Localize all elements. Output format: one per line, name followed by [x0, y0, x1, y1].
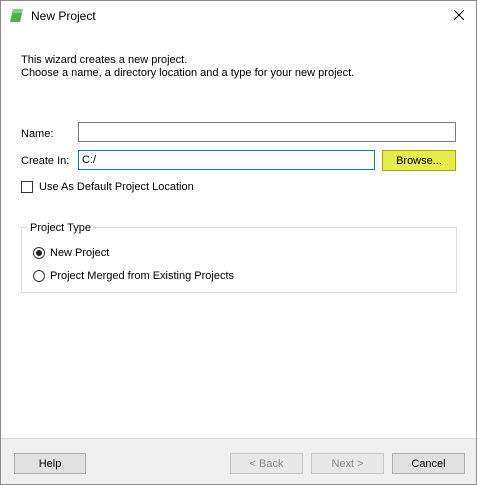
create-in-label: Create In:	[21, 155, 70, 167]
cancel-button[interactable]: Cancel	[392, 453, 465, 474]
name-input[interactable]	[78, 122, 456, 142]
next-button-label: Next >	[331, 457, 364, 470]
window-title: New Project	[31, 9, 96, 23]
button-bar: Help < Back Next > Cancel	[1, 438, 476, 484]
close-icon[interactable]	[453, 9, 465, 23]
browse-button-label: Browse...	[396, 154, 442, 167]
radio-new-project-label[interactable]: New Project	[50, 247, 109, 259]
wizard-description: This wizard creates a new project. Choos…	[21, 54, 354, 80]
description-line-2: Choose a name, a directory location and …	[21, 67, 355, 79]
default-location-checkbox[interactable]	[21, 181, 33, 193]
radio-merged-project[interactable]	[33, 270, 45, 282]
title-bar: New Project	[1, 1, 476, 31]
back-button[interactable]: < Back	[230, 453, 303, 474]
radio-selected-dot	[36, 250, 42, 256]
cancel-button-label: Cancel	[411, 457, 446, 470]
radio-new-project[interactable]	[33, 247, 45, 259]
project-type-group	[21, 227, 457, 293]
browse-button[interactable]: Browse...	[382, 150, 456, 171]
next-button[interactable]: Next >	[311, 453, 384, 474]
help-button-label: Help	[38, 457, 62, 470]
create-in-input[interactable]	[78, 150, 375, 170]
project-type-title: Project Type	[28, 222, 93, 234]
description-line-1: This wizard creates a new project.	[21, 54, 188, 66]
app-icon	[10, 9, 23, 22]
close-button[interactable]	[448, 5, 470, 27]
name-label: Name:	[21, 128, 54, 140]
default-location-label[interactable]: Use As Default Project Location	[39, 181, 194, 193]
new-project-dialog: New Project This wizard creates a new pr…	[0, 0, 477, 485]
radio-merged-project-label[interactable]: Project Merged from Existing Projects	[50, 270, 234, 282]
back-button-label: < Back	[249, 457, 284, 470]
help-button[interactable]: Help	[14, 453, 86, 474]
